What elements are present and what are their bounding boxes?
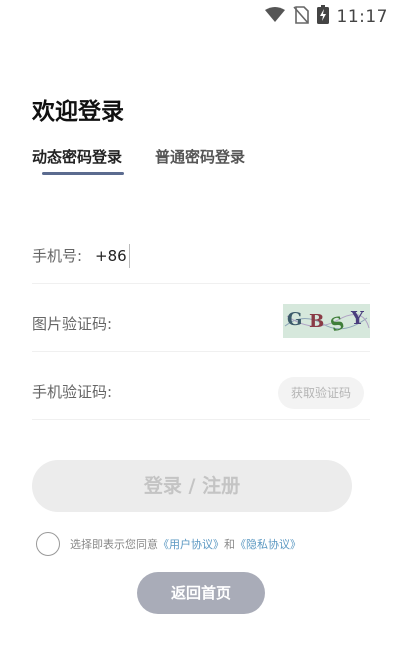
sms-code-input[interactable] [132, 380, 262, 404]
captcha-char: B [309, 311, 325, 332]
country-code: +86 [95, 247, 127, 265]
phone-label: 手机号: [32, 247, 83, 265]
tab-normal-password[interactable]: 普通密码登录 [155, 146, 245, 167]
captcha-char: Y [351, 308, 364, 329]
captcha-label: 图片验证码: [32, 315, 113, 333]
battery-charging-icon [316, 5, 329, 28]
agreement-and: 和 [224, 538, 235, 551]
captcha-input[interactable] [132, 312, 272, 336]
status-time: 11:17 [336, 6, 388, 27]
captcha-image[interactable]: G B S Y [283, 304, 370, 338]
phone-row: 手机号: +86 [32, 228, 370, 284]
phone-input[interactable] [129, 244, 359, 268]
status-bar: 11:17 [0, 0, 400, 32]
agreement-text: 选择即表示您同意《用户协议》和《隐私协议》 [70, 536, 301, 552]
user-agreement-link[interactable]: 《用户协议》 [158, 538, 224, 551]
back-home-button[interactable]: 返回首页 [137, 572, 265, 614]
captcha-row: 图片验证码: G B S Y [32, 296, 370, 352]
agreement-checkbox[interactable] [36, 532, 60, 556]
sms-code-row: 手机验证码: 获取验证码 [32, 364, 370, 420]
sms-code-label: 手机验证码: [32, 383, 113, 401]
status-icons: 11:17 [264, 5, 389, 28]
agreement: 选择即表示您同意《用户协议》和《隐私协议》 [36, 532, 301, 556]
agreement-prefix: 选择即表示您同意 [70, 538, 158, 551]
no-sim-icon [292, 5, 309, 28]
login-register-button[interactable]: 登录 / 注册 [32, 460, 352, 512]
captcha-char: G [287, 309, 303, 330]
get-sms-code-button[interactable]: 获取验证码 [278, 377, 364, 409]
page-title: 欢迎登录 [32, 99, 124, 125]
active-tab-indicator [42, 172, 124, 175]
wifi-icon [264, 6, 285, 27]
tab-dynamic-password[interactable]: 动态密码登录 [32, 146, 122, 167]
privacy-agreement-link[interactable]: 《隐私协议》 [235, 538, 301, 551]
